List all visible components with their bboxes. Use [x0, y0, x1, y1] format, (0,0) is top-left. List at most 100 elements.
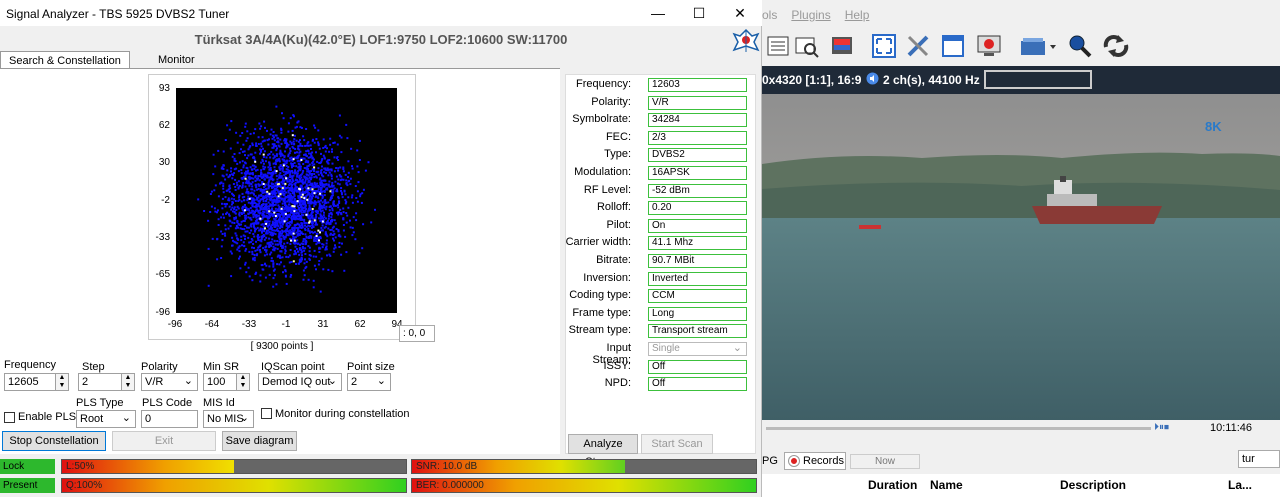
info-label: Type:: [604, 148, 631, 160]
audio-text: 2 ch(s), 44100 Hz: [883, 73, 980, 87]
x-tick-label: 62: [354, 319, 366, 330]
step-spinner[interactable]: ▲ ▼: [121, 373, 135, 391]
frequency-spinner[interactable]: ▲ ▼: [55, 373, 69, 391]
enable-pls-checkbox[interactable]: [4, 412, 15, 423]
playback-controls-icon[interactable]: ⏵⏸⏹: [1154, 422, 1169, 433]
fullscreen-icon[interactable]: [871, 33, 897, 59]
info-value: DVBS2: [648, 148, 747, 162]
col-name[interactable]: Name: [930, 478, 963, 492]
info-label: Pilot:: [606, 219, 631, 231]
start-scan-button[interactable]: Start Scan: [641, 434, 713, 454]
tab-records[interactable]: Records: [784, 452, 846, 470]
save-diagram-button[interactable]: Save diagram: [222, 431, 297, 451]
menu-plugins[interactable]: Plugins: [791, 8, 830, 24]
ber-text: BER: 0.000000: [416, 480, 484, 491]
info-label: Modulation:: [574, 166, 631, 178]
status-input-box[interactable]: [984, 70, 1092, 89]
minsr-input[interactable]: 100: [203, 373, 237, 391]
video-frame[interactable]: 8K: [762, 94, 1280, 420]
y-tick-label: -96: [155, 307, 170, 318]
plstype-select[interactable]: Root: [76, 410, 136, 428]
emblem-icon: [732, 28, 760, 57]
info-label: Inversion:: [583, 272, 631, 284]
close-button[interactable]: ✕: [718, 0, 762, 26]
col-description[interactable]: Description: [1060, 478, 1126, 492]
window-icon[interactable]: [940, 33, 966, 59]
minimize-button[interactable]: —: [636, 0, 680, 26]
x-tick-label: -96: [167, 319, 183, 330]
pointsize-select[interactable]: 2: [347, 373, 391, 391]
plstype-label: PLS Type: [76, 397, 124, 409]
minsr-label: Min SR: [203, 361, 240, 373]
polarity-select[interactable]: V/R: [141, 373, 198, 391]
screen-dropdown-icon[interactable]: [1019, 33, 1059, 59]
plscode-input[interactable]: 0: [141, 410, 198, 428]
x-tick-label: -1: [281, 319, 291, 330]
picture-icon[interactable]: [829, 33, 855, 59]
info-value: Off: [648, 377, 747, 391]
x-tick-label: 31: [317, 319, 329, 330]
channel-logo: 8K: [1205, 119, 1222, 134]
tab-monitor[interactable]: Monitor: [150, 51, 203, 69]
info-value: Transport stream: [648, 324, 747, 338]
frequency-label: Frequency: [4, 359, 56, 371]
iqscan-label: IQScan point: [261, 361, 325, 373]
step-input[interactable]: 2: [78, 373, 122, 391]
seek-bar[interactable]: [766, 427, 1151, 430]
x-tick-label: -33: [241, 319, 257, 330]
playback-time: 10:11:46: [1210, 422, 1253, 434]
col-duration[interactable]: Duration: [868, 478, 917, 492]
refresh-icon[interactable]: [1100, 33, 1132, 59]
info-value[interactable]: Single: [648, 342, 747, 356]
record-monitor-icon[interactable]: [976, 33, 1002, 59]
video-status-bar: 0x4320 [1:1], 16:9 2 ch(s), 44100 Hz: [762, 66, 1280, 94]
points-count: [ 9300 points ]: [250, 341, 314, 352]
epg-header-row: Duration Name Description La...: [762, 474, 1280, 497]
menu-tools[interactable]: ols: [762, 8, 777, 24]
menu-help[interactable]: Help: [845, 8, 870, 24]
now-button[interactable]: Now: [850, 454, 920, 469]
y-tick-label: -33: [155, 232, 170, 243]
quality-bar-fill: [62, 479, 406, 492]
search-icon[interactable]: [1066, 33, 1092, 59]
polarity-label: Polarity: [141, 361, 178, 373]
pointsize-label: Point size: [347, 361, 395, 373]
ber-bar-track: BER: 0.000000: [411, 478, 757, 493]
language-select[interactable]: tur: [1238, 450, 1280, 468]
info-value: Long: [648, 307, 747, 321]
info-value: 90.7 MBit: [648, 254, 747, 268]
info-label: Frequency:: [575, 78, 631, 90]
y-tick-label: -65: [155, 269, 170, 280]
playlist-icon[interactable]: [765, 33, 791, 59]
constellation-plot[interactable]: [176, 88, 397, 313]
snr-text: SNR: 10.0 dB: [416, 461, 478, 472]
browse-icon[interactable]: [794, 33, 820, 59]
x-tick-label: -64: [204, 319, 220, 330]
info-value: 34284: [648, 113, 747, 127]
settings-tools-icon[interactable]: [905, 33, 931, 59]
plscode-label: PLS Code: [142, 397, 193, 409]
window-title: Signal Analyzer - TBS 5925 DVBS2 Tuner: [6, 7, 230, 21]
info-label: ISSY:: [603, 360, 631, 372]
y-tick-label: -2: [161, 195, 170, 206]
misid-select[interactable]: No MIS: [203, 410, 254, 428]
exit-button[interactable]: Exit: [112, 431, 216, 451]
maximize-button[interactable]: ☐: [677, 0, 721, 26]
info-value: CCM: [648, 289, 747, 303]
step-label: Step: [82, 361, 105, 373]
stop-constellation-button[interactable]: Stop Constellation: [2, 431, 106, 451]
info-label: Polarity:: [591, 96, 631, 108]
level-text: L:50%: [66, 461, 95, 472]
tab-search-constellation[interactable]: Search & Constellation: [0, 51, 130, 69]
analyze-stream-button[interactable]: Analyze Stream: [568, 434, 638, 468]
info-label: Frame type:: [572, 307, 631, 319]
info-value: Off: [648, 360, 747, 374]
frequency-input[interactable]: 12605: [4, 373, 56, 391]
info-value: Inverted: [648, 272, 747, 286]
iqscan-select[interactable]: Demod IQ out: [258, 373, 342, 391]
col-language[interactable]: La...: [1228, 478, 1252, 492]
monitor-during-checkbox[interactable]: [261, 408, 272, 419]
info-value: -52 dBm: [648, 184, 747, 198]
tab-epg[interactable]: PG: [762, 455, 778, 467]
minsr-spinner[interactable]: ▲ ▼: [236, 373, 250, 391]
